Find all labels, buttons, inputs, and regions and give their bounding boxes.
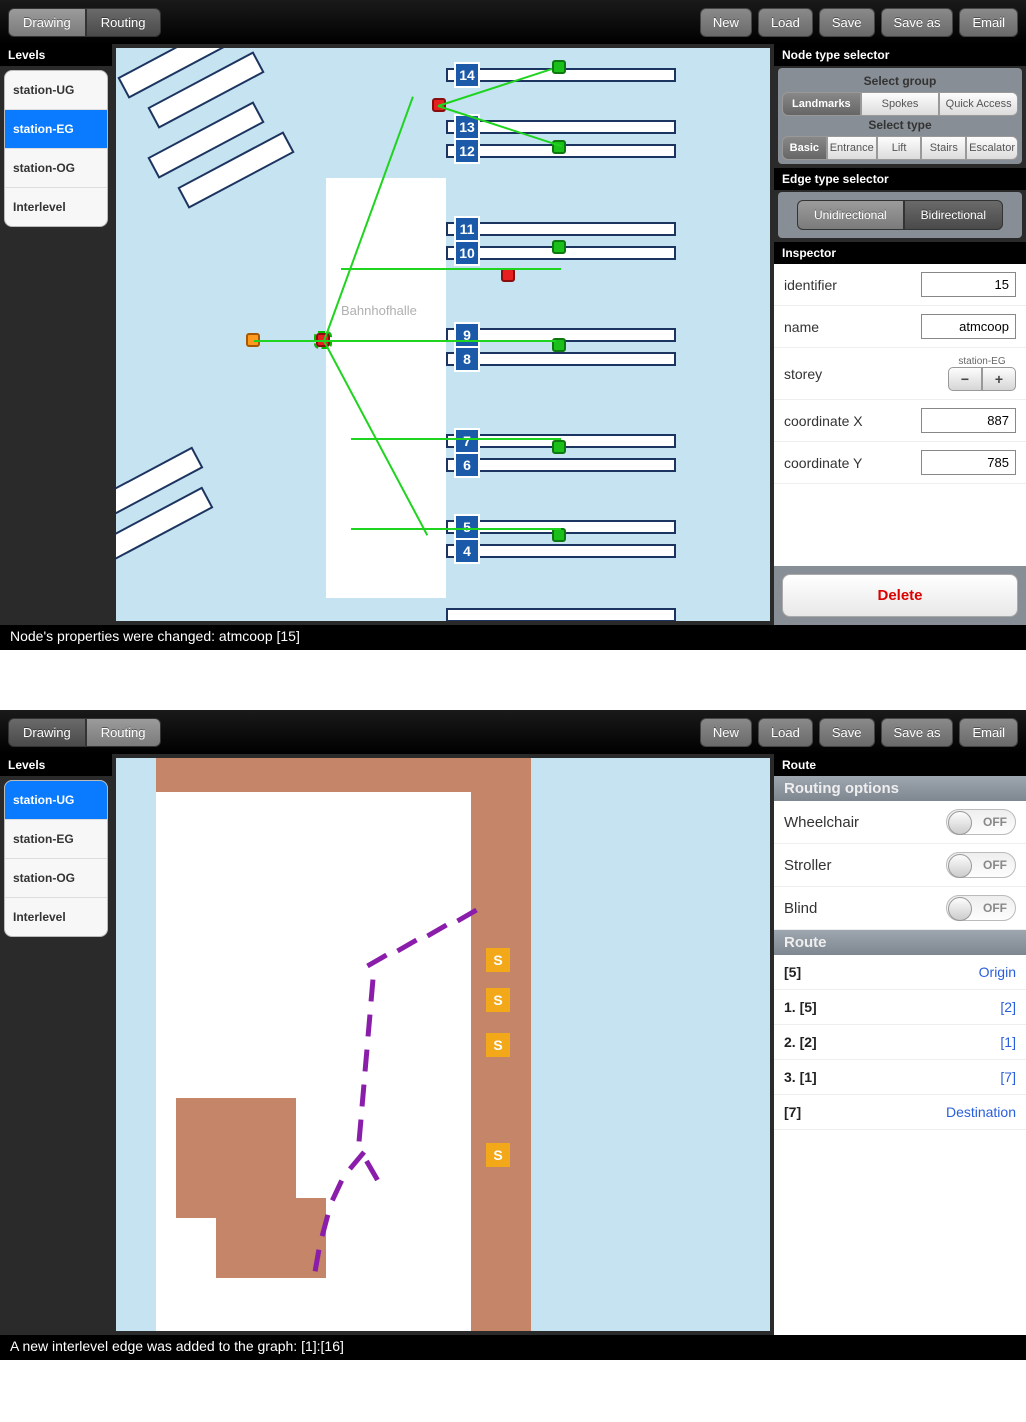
platform-number: 6: [454, 452, 480, 478]
mode-tab-routing[interactable]: Routing: [86, 718, 161, 747]
opt-wheelchair-label: Wheelchair: [784, 814, 859, 831]
group-label: Select group: [782, 72, 1018, 92]
levels-panel: Levels station-UG station-EG station-OG …: [0, 44, 112, 625]
type-escalator[interactable]: Escalator: [966, 136, 1018, 160]
level-item-og[interactable]: station-OG: [5, 149, 107, 188]
opt-stroller-label: Stroller: [784, 857, 832, 874]
inspector-label-y: coordinate Y: [784, 455, 921, 471]
delete-button[interactable]: Delete: [782, 574, 1018, 617]
save-button[interactable]: Save: [819, 718, 875, 747]
node-selector-header: Node type selector: [774, 44, 1026, 66]
level-item-ug[interactable]: station-UG: [5, 781, 107, 820]
mode-tab-drawing[interactable]: Drawing: [8, 718, 86, 747]
platform-number: 7: [454, 428, 480, 454]
levels-panel: Levels station-UG station-EG station-OG …: [0, 754, 112, 1335]
graph-node[interactable]: [552, 60, 566, 74]
edge-unidirectional[interactable]: Unidirectional: [797, 200, 904, 230]
opt-blind-label: Blind: [784, 900, 817, 917]
inspector-label-storey: storey: [784, 366, 948, 382]
mode-tab-routing[interactable]: Routing: [86, 8, 161, 37]
route-row[interactable]: 2. [2][1]: [774, 1025, 1026, 1060]
type-lift[interactable]: Lift: [877, 136, 922, 160]
opt-wheelchair-switch[interactable]: OFF: [946, 809, 1016, 835]
s-marker: S: [486, 1033, 510, 1057]
platform-number: 14: [454, 62, 480, 88]
right-panel: Route Routing options Wheelchair OFF Str…: [774, 754, 1026, 1335]
route-section-header: Route: [774, 930, 1026, 955]
graph-node[interactable]: [552, 440, 566, 454]
map-label-bahnhofhalle: Bahnhofhalle: [341, 303, 417, 318]
type-basic[interactable]: Basic: [782, 136, 827, 160]
inspector-label-x: coordinate X: [784, 413, 921, 429]
graph-node[interactable]: [552, 240, 566, 254]
status-bar: Node's properties were changed: atmcoop …: [0, 625, 1026, 650]
graph-node[interactable]: [501, 268, 515, 282]
route-row[interactable]: [7]Destination: [774, 1095, 1026, 1130]
platform-number: 4: [454, 538, 480, 564]
inspector-header: Inspector: [774, 242, 1026, 264]
platform-number: 11: [454, 216, 480, 242]
toolbar: Drawing Routing New Load Save Save as Em…: [0, 0, 1026, 44]
level-item-eg[interactable]: station-EG: [5, 110, 107, 149]
group-landmarks[interactable]: Landmarks: [782, 92, 861, 116]
inspector-identifier-input[interactable]: [921, 272, 1016, 297]
platform-number: 10: [454, 240, 480, 266]
platform-number: 12: [454, 138, 480, 164]
s-marker: S: [486, 988, 510, 1012]
app-drawing: Drawing Routing New Load Save Save as Em…: [0, 0, 1026, 650]
level-item-eg[interactable]: station-EG: [5, 820, 107, 859]
route-panel-header: Route: [774, 754, 1026, 776]
level-item-og[interactable]: station-OG: [5, 859, 107, 898]
type-label: Select type: [782, 116, 1018, 136]
right-panel: Node type selector Select group Landmark…: [774, 44, 1026, 625]
mode-tab-drawing[interactable]: Drawing: [8, 8, 86, 37]
new-button[interactable]: New: [700, 718, 752, 747]
type-stairs[interactable]: Stairs: [921, 136, 966, 160]
graph-node[interactable]: [552, 528, 566, 542]
email-button[interactable]: Email: [959, 718, 1018, 747]
new-button[interactable]: New: [700, 8, 752, 37]
opt-blind-switch[interactable]: OFF: [946, 895, 1016, 921]
level-item-interlevel[interactable]: Interlevel: [5, 188, 107, 226]
inspector: identifier name storey station-EG − +: [774, 264, 1026, 566]
platform-number: 9: [454, 322, 480, 348]
map-canvas[interactable]: S S S S: [116, 758, 770, 1331]
type-entrance[interactable]: Entrance: [827, 136, 877, 160]
map-canvas[interactable]: Bahnhofhalle 14 13 12 11 10 9 8 7 6 5 4: [116, 48, 770, 621]
inspector-name-input[interactable]: [921, 314, 1016, 339]
inspector-label-identifier: identifier: [784, 277, 921, 293]
route-row[interactable]: 1. [5][2]: [774, 990, 1026, 1025]
level-item-ug[interactable]: station-UG: [5, 71, 107, 110]
group-quick[interactable]: Quick Access: [939, 92, 1018, 116]
save-as-button[interactable]: Save as: [881, 8, 954, 37]
inspector-y-input[interactable]: [921, 450, 1016, 475]
route-row[interactable]: [5]Origin: [774, 955, 1026, 990]
storey-value: station-EG: [958, 356, 1005, 367]
platform-number: 5: [454, 514, 480, 540]
save-as-button[interactable]: Save as: [881, 718, 954, 747]
load-button[interactable]: Load: [758, 718, 813, 747]
levels-header: Levels: [0, 754, 112, 776]
storey-plus[interactable]: +: [982, 367, 1016, 391]
storey-minus[interactable]: −: [948, 367, 982, 391]
email-button[interactable]: Email: [959, 8, 1018, 37]
level-item-interlevel[interactable]: Interlevel: [5, 898, 107, 936]
levels-header: Levels: [0, 44, 112, 66]
inspector-x-input[interactable]: [921, 408, 1016, 433]
s-marker: S: [486, 948, 510, 972]
opt-stroller-switch[interactable]: OFF: [946, 852, 1016, 878]
route-row[interactable]: 3. [1][7]: [774, 1060, 1026, 1095]
platform-number: 8: [454, 346, 480, 372]
status-bar: A new interlevel edge was added to the g…: [0, 1335, 1026, 1360]
edge-bidirectional[interactable]: Bidirectional: [904, 200, 1003, 230]
toolbar: Drawing Routing New Load Save Save as Em…: [0, 710, 1026, 754]
inspector-label-name: name: [784, 319, 921, 335]
s-marker: S: [486, 1143, 510, 1167]
group-spokes[interactable]: Spokes: [861, 92, 940, 116]
edge-selector-header: Edge type selector: [774, 168, 1026, 190]
routing-options-header: Routing options: [774, 776, 1026, 801]
save-button[interactable]: Save: [819, 8, 875, 37]
load-button[interactable]: Load: [758, 8, 813, 37]
app-routing: Drawing Routing New Load Save Save as Em…: [0, 710, 1026, 1360]
